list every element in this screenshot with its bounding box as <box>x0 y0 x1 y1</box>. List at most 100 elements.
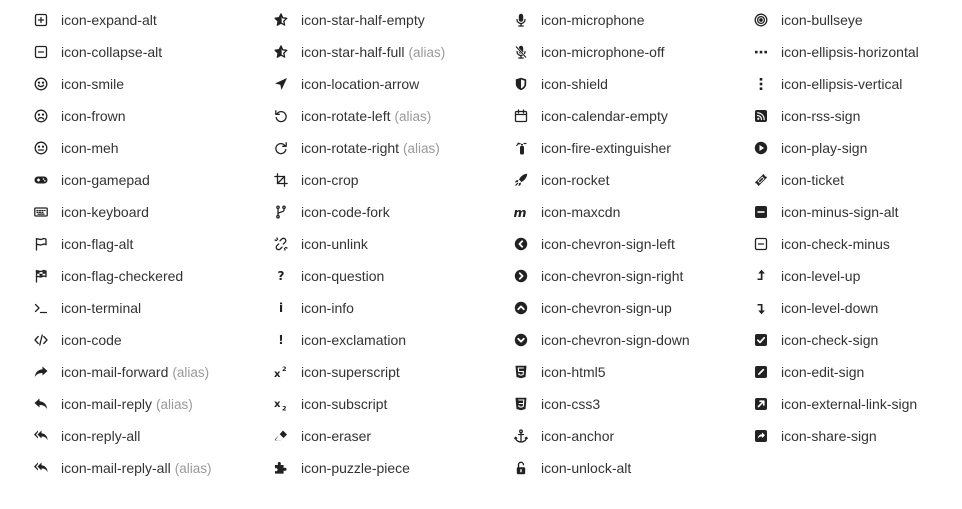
icon-class-name: icon-smile <box>61 76 125 92</box>
ticket-icon <box>754 173 768 187</box>
icon-class-name: icon-crop <box>301 172 359 188</box>
microphone-icon <box>514 13 528 27</box>
icon-class-name: icon-info <box>301 300 354 316</box>
check-sign-icon <box>754 333 768 347</box>
chevron-sign-down-icon <box>514 333 528 347</box>
frown-icon <box>34 109 48 123</box>
rotate-right-icon <box>274 141 288 155</box>
icon-list-grid: icon-expand-alt icon-collapse-alt icon-smi… <box>0 0 962 509</box>
calendar-empty-icon <box>514 109 528 123</box>
icon-list-item: icon-rocket <box>514 164 754 196</box>
ellipsis-vertical-icon <box>754 77 768 91</box>
icon-list-item: icon-flag-checkered <box>34 260 274 292</box>
unlock-alt-icon <box>514 461 528 475</box>
icon-list-item: icon-shield <box>514 68 754 100</box>
icon-list-item: icon-calendar-empty <box>514 100 754 132</box>
icon-class-name: icon-chevron-sign-right <box>541 268 684 284</box>
mail-forward-icon <box>34 365 48 379</box>
icon-list-item: icon-html5 <box>514 356 754 388</box>
icon-class-name: icon-shield <box>541 76 608 92</box>
icon-class-name: icon-mail-reply <box>61 396 153 412</box>
icon-class-name: icon-subscript <box>301 396 388 412</box>
alias-tag: (alias) <box>408 44 446 60</box>
alias-tag: (alias) <box>156 396 193 412</box>
rocket-icon <box>514 173 528 187</box>
icon-list-item: icon-check-sign <box>754 324 962 356</box>
code-icon <box>34 333 48 347</box>
icon-list-item: icon-collapse-alt <box>34 36 274 68</box>
icon-list-item: icon-location-arrow <box>274 68 514 100</box>
icon-class-name: icon-rss-sign <box>781 108 861 124</box>
icon-class-name: icon-ellipsis-horizontal <box>781 44 919 60</box>
icon-list-item: icon-code <box>34 324 274 356</box>
external-link-sign-icon <box>754 397 768 411</box>
icon-list-item: icon-puzzle-piece <box>274 452 514 484</box>
icon-class-name: icon-ellipsis-vertical <box>781 76 903 92</box>
icon-class-name: icon-chevron-sign-up <box>541 300 672 316</box>
icon-class-name: icon-code <box>61 332 122 348</box>
icon-list-item: icon-anchor <box>514 420 754 452</box>
icon-class-name: icon-star-half-full <box>301 44 405 60</box>
icon-list-item: icon-bullseye <box>754 4 962 36</box>
icon-list-item: icon-mail-reply-all (alias) <box>34 452 274 484</box>
icon-list-item: icon-meh <box>34 132 274 164</box>
icon-column: icon-star-half-empty icon-star-half-full(… <box>274 4 514 484</box>
icon-list-item: icon-smile <box>34 68 274 100</box>
anchor-icon <box>514 429 528 443</box>
icon-class-name: icon-minus-sign-alt <box>781 204 899 220</box>
icon-column: icon-microphone icon-microphone-off icon-s… <box>514 4 754 484</box>
icon-class-name: icon-fire-extinguisher <box>541 140 671 156</box>
icon-class-name: icon-expand-alt <box>61 12 157 28</box>
icon-class-name: icon-meh <box>61 140 119 156</box>
icon-class-name: icon-share-sign <box>781 428 877 444</box>
icon-column: icon-expand-alt icon-collapse-alt icon-smi… <box>34 4 274 484</box>
subscript-icon: x2 <box>274 397 288 411</box>
icon-list-item: icon-gamepad <box>34 164 274 196</box>
microphone-off-icon <box>514 45 528 59</box>
icon-list-item: ? icon-question <box>274 260 514 292</box>
icon-list-item: icon-flag-alt <box>34 228 274 260</box>
icon-class-name: icon-ticket <box>781 172 845 188</box>
puzzle-piece-icon <box>274 461 288 475</box>
icon-list-item: icon-edit-sign <box>754 356 962 388</box>
icon-list-item: icon-check-minus <box>754 228 962 260</box>
icon-list-item: icon-terminal <box>34 292 274 324</box>
icon-list-item: icon-expand-alt <box>34 4 274 36</box>
icon-class-name: icon-play-sign <box>781 140 868 156</box>
shield-icon <box>514 77 528 91</box>
smile-icon <box>34 77 48 91</box>
icon-class-name: icon-flag-checkered <box>61 268 184 284</box>
exclamation-icon: ! <box>278 333 284 347</box>
alias-tag: (alias) <box>403 140 440 156</box>
svg-text:2: 2 <box>282 365 287 373</box>
icon-column: icon-bullseye icon-ellipsis-horizontal ico… <box>754 4 962 452</box>
icon-list-item: icon-ticket <box>754 164 962 196</box>
icon-list-item: icon-chevron-sign-right <box>514 260 754 292</box>
icon-class-name: icon-reply-all <box>61 428 141 444</box>
icon-list-item: icon-rotate-left (alias) <box>274 100 514 132</box>
icon-class-name: icon-check-minus <box>781 236 890 252</box>
icon-list-item: icon-keyboard <box>34 196 274 228</box>
icon-list-item: ! icon-exclamation <box>274 324 514 356</box>
mail-reply-icon <box>34 397 48 411</box>
svg-text:x: x <box>274 369 281 379</box>
icon-class-name: icon-mail-reply-all <box>61 460 171 476</box>
icon-list-item: icon-microphone <box>514 4 754 36</box>
icon-class-name: icon-puzzle-piece <box>301 460 410 476</box>
icon-class-name: icon-exclamation <box>301 332 407 348</box>
icon-class-name: icon-collapse-alt <box>61 44 163 60</box>
mail-reply-all-icon <box>34 461 48 475</box>
icon-list-item: icon-level-up <box>754 260 962 292</box>
gamepad-icon <box>34 173 48 187</box>
icon-list-item: icon-eraser <box>274 420 514 452</box>
icon-class-name: icon-location-arrow <box>301 76 420 92</box>
bullseye-icon <box>754 13 768 27</box>
icon-class-name: icon-level-down <box>781 300 879 316</box>
icon-list-item: icon-frown <box>34 100 274 132</box>
chevron-sign-left-icon <box>514 237 528 251</box>
icon-list-item: icon-share-sign <box>754 420 962 452</box>
icon-class-name: icon-question <box>301 268 385 284</box>
icon-class-name: icon-code-fork <box>301 204 390 220</box>
icon-list-item: icon-rss-sign <box>754 100 962 132</box>
code-fork-icon <box>274 205 288 219</box>
